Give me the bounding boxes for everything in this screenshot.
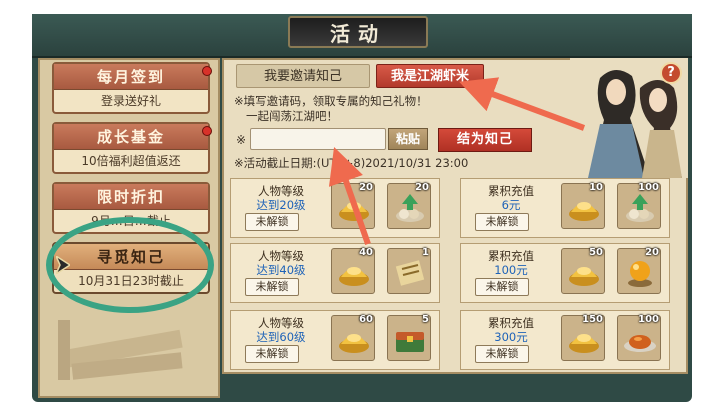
reward-item-slot[interactable]: 60 [331,314,375,361]
item-count: 20 [645,247,659,258]
item-count: 50 [589,247,603,258]
reward-item-slot[interactable]: 100 [617,182,661,229]
reward-condition: 达到40级 [256,263,306,277]
menu-item-title: 每月签到 [54,64,208,90]
paste-button[interactable]: 粘贴 [388,128,428,150]
page-title: 活动 [330,21,386,46]
locked-button[interactable]: 未解锁 [475,345,529,363]
item-count: 20 [415,182,429,193]
description-line-2: 一起闯荡江湖吧！ [246,109,338,123]
reward-item-slot[interactable]: 20 [617,247,661,294]
recharge-reward-card: 累积充值 100元 未解锁 50 20 [460,243,670,303]
tab-i-am-newbie[interactable]: 我是江湖虾米 [376,64,484,88]
item-count: 1 [422,247,429,258]
input-marker: ※ [236,133,247,147]
reward-item-slot[interactable]: 20 [331,182,375,229]
highlight-circle-annotation [46,217,214,313]
menu-item-subtitle: 10倍福利超值返还 [81,154,181,168]
reward-condition: 300元 [494,330,528,344]
level-reward-card: 人物等级 达到60级 未解锁 60 5 [230,310,440,370]
reward-condition: 达到60级 [256,330,306,344]
item-count: 20 [359,182,373,193]
menu-item-monthly-signin[interactable]: 每月签到 登录送好礼 [52,62,212,114]
notification-dot [202,126,212,136]
item-count: 100 [638,182,659,193]
locked-button[interactable]: 未解锁 [245,278,299,296]
menu-item-subtitle: 登录送好礼 [100,94,161,108]
recharge-reward-card: 累积充值 6元 未解锁 10 100 [460,178,670,238]
item-count: 40 [359,247,373,258]
item-count: 150 [582,314,603,325]
help-button[interactable]: ? [660,62,682,84]
locked-button[interactable]: 未解锁 [245,213,299,231]
invite-code-input[interactable] [250,128,386,150]
level-reward-card: 人物等级 达到20级 未解锁 20 20 [230,178,440,238]
reward-condition: 达到20级 [256,198,306,212]
item-count: 10 [589,182,603,193]
reward-item-slot[interactable]: 10 [561,182,605,229]
reward-condition: 100元 [494,263,528,277]
event-deadline: ※活动截止日期:(UTC+8)2021/10/31 23:00 [234,156,469,170]
reward-item-slot[interactable]: 50 [561,247,605,294]
reward-item-slot[interactable]: 100 [617,314,661,361]
reward-item-slot[interactable]: 5 [387,314,431,361]
tab-invite-friend[interactable]: 我要邀请知己 [236,64,370,88]
menu-item-title: 成长基金 [54,124,208,150]
title-plaque: 活动 [288,16,428,48]
level-reward-card: 人物等级 达到40级 未解锁 40 1 [230,243,440,303]
books-decoration-icon [58,320,183,380]
item-count: 60 [359,314,373,325]
locked-button[interactable]: 未解锁 [475,278,529,296]
reward-item-slot[interactable]: 40 [331,247,375,294]
description-line-1: ※填写邀请码，领取专属的知己礼物！ [234,94,428,108]
reward-condition: 6元 [501,198,521,212]
become-confidant-button[interactable]: 结为知己 [438,128,532,152]
menu-item-title: 限时折扣 [54,184,208,210]
item-count: 100 [638,314,659,325]
notification-dot [202,66,212,76]
reward-item-slot[interactable]: 20 [387,182,431,229]
item-count: 5 [422,314,429,325]
reward-item-slot[interactable]: 1 [387,247,431,294]
menu-item-growth-fund[interactable]: 成长基金 10倍福利超值返还 [52,122,212,174]
reward-item-slot[interactable]: 150 [561,314,605,361]
recharge-reward-card: 累积充值 300元 未解锁 150 100 [460,310,670,370]
locked-button[interactable]: 未解锁 [245,345,299,363]
locked-button[interactable]: 未解锁 [475,213,529,231]
